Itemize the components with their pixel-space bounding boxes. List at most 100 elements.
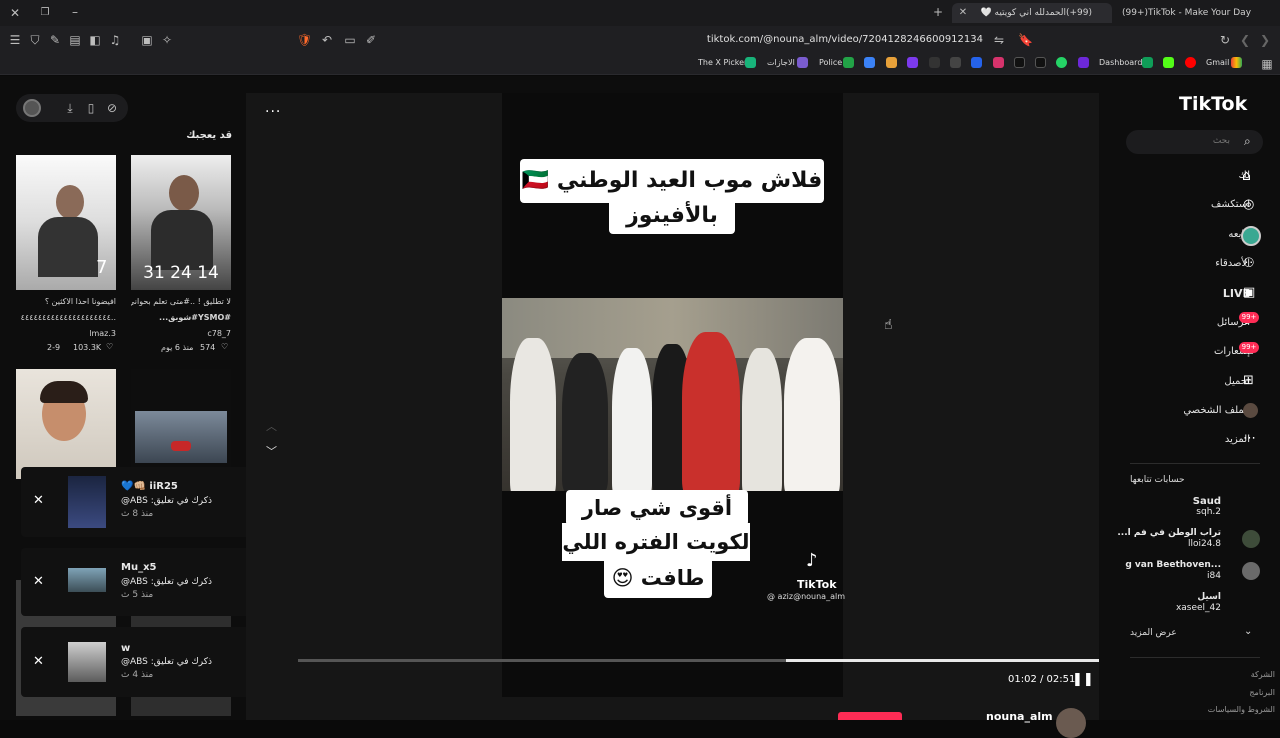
tab-bar: ✕ ❐ – + (99+)الحمدلله اني كويتيه 🤍 ✕ (99… (0, 0, 1280, 26)
notification-text: ذكرك في تعليق: ABS@ (121, 657, 213, 667)
notification-text: ذكرك في تعليق: ABS@ (121, 577, 213, 587)
following-account[interactable]: اسيل xaseel_42 (1176, 592, 1221, 614)
bookmark-police[interactable]: Police (819, 56, 842, 70)
minimize-window-icon[interactable]: – (68, 5, 82, 19)
game-scene (135, 411, 227, 463)
following-title: حسابات تتابعها (1130, 475, 1185, 485)
see-more-link[interactable]: عرض المزيد (1130, 628, 1233, 638)
account-handle: xaseel_42 (1175, 603, 1221, 613)
footer-link[interactable]: الشروط والسياسات (1190, 705, 1275, 714)
account-name: تراب الوطن في فم ا... (1117, 528, 1221, 538)
phone-icon[interactable]: ▯ (84, 101, 98, 115)
author-avatar[interactable] (1056, 708, 1086, 738)
person (784, 338, 840, 491)
back-icon[interactable]: ❮ (1238, 33, 1252, 47)
footer-link[interactable]: الشركة (1200, 670, 1275, 679)
notification-time: منذ 4 ث (121, 670, 154, 680)
suggestion-thumb-2[interactable]: 7 (16, 155, 116, 290)
chevron-up-icon[interactable]: ︿ (266, 418, 277, 434)
nav-friends[interactable]: الأصدقاء (1090, 252, 1250, 276)
screenshot-icon[interactable]: ▣ (140, 33, 154, 47)
close-window-icon[interactable]: ✕ (8, 6, 22, 20)
close-icon[interactable]: ✕ (33, 574, 44, 589)
list-icon (797, 57, 808, 68)
pause-icon[interactable]: ❚❚ (1072, 672, 1094, 687)
search-icon[interactable]: ⌕ (1244, 134, 1251, 149)
chevron-down-icon[interactable]: ﹀ (266, 443, 277, 459)
nav-following[interactable]: أتابعه (1090, 223, 1250, 247)
countdown-overlay: 31 24 14 (143, 263, 219, 283)
notification-name: Mu_x5 (121, 562, 157, 573)
sidebar-icon[interactable]: ◧ (88, 33, 102, 47)
close-icon[interactable]: ✕ (33, 493, 44, 508)
tab-active[interactable]: (99+)الحمدلله اني كويتيه 🤍 (952, 3, 1112, 23)
notification-thumb (68, 476, 106, 528)
card-hashtags[interactable]: ..٤٤٤٤٤٤٤٤٤٤٤٤٤٤٤٤٤٤٤٤٤ (16, 313, 116, 322)
home-icon: ⌂ (1242, 168, 1251, 184)
youtube-icon (1185, 57, 1196, 68)
compass-small-icon[interactable]: ⊘ (105, 101, 119, 115)
divider (1130, 463, 1260, 464)
new-tab-button[interactable]: + (931, 5, 945, 19)
following-account[interactable]: تراب الوطن في فم ا... lloi24.8 (1117, 528, 1221, 550)
tiktok-logo[interactable]: TikTok (1179, 93, 1247, 115)
following-account[interactable]: Saud sqh.2 (1193, 496, 1221, 518)
card-user[interactable]: lmaz.3 (16, 329, 116, 338)
nav-inbox[interactable]: إشعارات (1090, 340, 1250, 364)
person (562, 353, 608, 491)
menu-icon[interactable]: ☰ (8, 33, 22, 47)
nav-messages[interactable]: الرسائل (1090, 311, 1250, 335)
video-title-line2: بالأفينوز (609, 198, 735, 234)
author-name[interactable]: nouna_alm (986, 710, 1053, 723)
notification-time: منذ 8 ث (121, 509, 154, 519)
card-hashtags[interactable]: #YSMO#شوبق... (131, 313, 231, 322)
heart-icon: ♡ (106, 342, 114, 351)
download-icon[interactable]: ⤓ (63, 101, 77, 115)
nav-explore[interactable]: استكشف (1090, 193, 1250, 217)
tiktok-bm-icon (1014, 57, 1025, 68)
video-subtitle-line2: لكويت الفتره اللي (562, 523, 750, 561)
address-bar[interactable]: tiktok.com/@nouna_alm/video/720412824660… (295, 30, 1035, 49)
person (612, 348, 652, 491)
tab-tiktok[interactable]: (99+)TikTok - Make Your Day (1118, 3, 1268, 23)
reader-icon[interactable]: ▤ (68, 33, 82, 47)
instagram-icon (993, 57, 1004, 68)
shield-icon[interactable]: ⛉ (28, 33, 42, 47)
video-scene (502, 298, 843, 491)
following-account[interactable]: ...g van Beethoven i84 (1125, 560, 1221, 582)
close-icon[interactable]: ✕ (33, 654, 44, 669)
app-icon (950, 57, 961, 68)
suggestion-thumb-4[interactable] (131, 369, 231, 479)
reload-icon[interactable]: ↻ (1218, 33, 1232, 47)
more-icon: ⋯ (1243, 431, 1256, 446)
nav-more[interactable]: المزيد (1090, 428, 1250, 452)
mouse-cursor-icon: ☝ (884, 317, 893, 333)
bookmark-x-picker[interactable]: The X Picker (698, 56, 747, 70)
bookmark-gmail[interactable]: Gmail (1206, 56, 1229, 70)
nav-profile[interactable]: الملف الشخصي (1090, 399, 1250, 423)
chevron-down-icon[interactable]: ⌄ (1244, 626, 1252, 637)
extensions-icon[interactable]: ✧ (160, 33, 174, 47)
footer-link[interactable]: البرنامج (1200, 688, 1275, 697)
restore-window-icon[interactable]: ❐ (38, 6, 52, 20)
video-progress-bar[interactable] (298, 659, 1099, 662)
forward-icon[interactable]: ❯ (1258, 33, 1272, 47)
nav-upload[interactable]: تحميل (1090, 370, 1250, 394)
nav-for-you[interactable]: لك (1090, 164, 1250, 188)
bookmark-vacations[interactable]: الاجازات (767, 56, 795, 70)
nav-live[interactable]: LIVE (1090, 282, 1250, 306)
follow-button[interactable] (838, 712, 902, 720)
apps-grid-icon[interactable]: ▦ (1260, 57, 1274, 71)
heart-icon: ♡ (221, 342, 229, 351)
bookmark-dashboard[interactable]: Dashboard (1099, 56, 1142, 70)
suggestion-thumb-1[interactable]: 31 24 14 (131, 155, 231, 290)
close-tab-icon[interactable]: ✕ (956, 6, 970, 20)
suggestion-thumb-3[interactable] (16, 369, 116, 479)
music-icon[interactable]: ♫ (108, 33, 122, 47)
pen-icon[interactable]: ✎ (48, 33, 62, 47)
profile-avatar-icon[interactable] (23, 99, 41, 117)
whatsapp-icon (1056, 57, 1067, 68)
more-options-icon[interactable]: ... (265, 100, 281, 116)
card-date: منذ 6 يوم (161, 343, 194, 352)
card-user[interactable]: c78_7 (131, 329, 231, 338)
